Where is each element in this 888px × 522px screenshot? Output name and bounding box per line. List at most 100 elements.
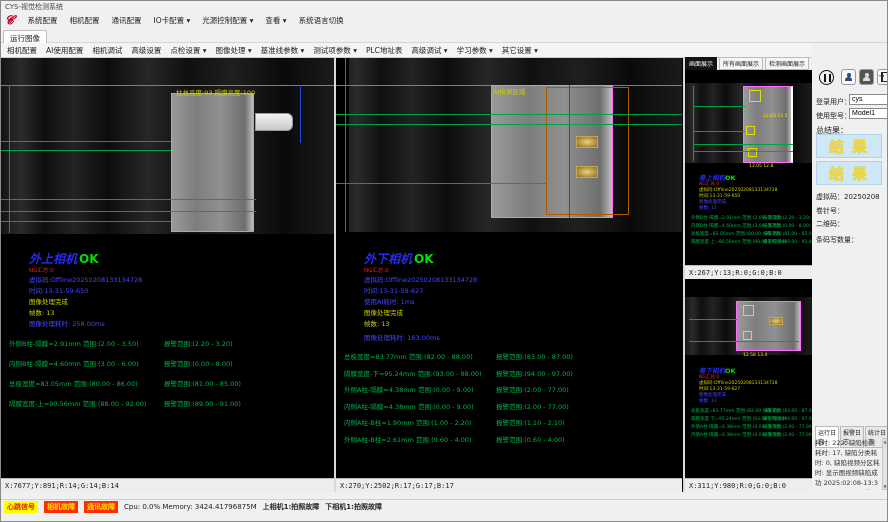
menu-light-config[interactable]: 光源控制配置 ▾ bbox=[202, 15, 253, 26]
toolbtn-test-params[interactable]: 测试项参数 ▾ bbox=[313, 45, 357, 56]
needle-number-label: 卷针号： bbox=[816, 206, 844, 216]
left-result-ok: OK bbox=[79, 252, 99, 266]
toolbtn-camera-debug[interactable]: 相机调试 bbox=[92, 45, 122, 56]
middle-blue-line bbox=[569, 85, 570, 218]
log-scrollbar[interactable]: ▲ ▼ bbox=[882, 438, 888, 490]
toolbar: 相机配置 AI使用配置 相机调试 高级设置 点检设置 ▾ 图像处理 ▾ 基准线参… bbox=[1, 43, 812, 58]
camera-view-upper-outer[interactable]: 柱总高度:93 隔膜高度:100 外上相机OK NG汇总:0 虚拟码:Offli… bbox=[1, 58, 334, 478]
virtual-code-caption: 虚拟码： bbox=[816, 193, 844, 201]
middle-measure-line bbox=[336, 124, 682, 125]
toolbtn-advanced-debug[interactable]: 高级调试 ▾ bbox=[411, 45, 447, 56]
thumb-bottom-alarm: 报警范围:(83.00 - 87.00) bbox=[763, 408, 812, 414]
toolbtn-image-processing[interactable]: 图像处理 ▾ bbox=[216, 45, 252, 56]
menu-io-config[interactable]: IO卡配置 ▾ bbox=[154, 15, 191, 26]
menu-bar: 𝓒 系统配置 相机配置 通讯配置 IO卡配置 ▾ 光源控制配置 ▾ 查看 ▾ 系… bbox=[1, 13, 888, 28]
exit-button[interactable] bbox=[877, 69, 888, 85]
middle-frame-count: 帧数: 13 bbox=[364, 318, 390, 328]
middle-alarm-row: 报警范围:(2.00 - 77.00) bbox=[496, 401, 569, 411]
user-icon bbox=[845, 73, 853, 81]
page-tab-row: 运行图像 bbox=[1, 28, 888, 43]
middle-camera-name: 外下相机 bbox=[364, 252, 412, 266]
middle-process-done: 图像处理完成 bbox=[364, 307, 403, 317]
middle-ai-elapsed: 使用AI耗时: 1ms bbox=[364, 296, 414, 306]
qr-code-label: 二维码： bbox=[816, 219, 844, 229]
middle-gold-tab bbox=[576, 166, 598, 178]
scroll-up-icon[interactable]: ▲ bbox=[883, 439, 886, 444]
right-panel: 登录用户： 使用型号： 总结果： 结果 结果 虚拟码：20250208 卷针号：… bbox=[813, 58, 888, 492]
thumb-bottom-detect-box bbox=[743, 305, 754, 316]
toolbtn-spotcheck[interactable]: 点检设置 ▾ bbox=[170, 45, 206, 56]
thumbtab-display[interactable]: 画面展示 bbox=[685, 57, 717, 70]
app-logo-icon: 𝓒 bbox=[5, 13, 14, 28]
left-measurement-row: 外侧B柱-隔膜=2.91mm 范围:(2.00 - 3.50) bbox=[9, 338, 139, 348]
login-user-label: 登录用户： bbox=[816, 97, 851, 107]
middle-ref-line-green-vertical bbox=[345, 58, 346, 232]
scroll-down-icon[interactable]: ▼ bbox=[883, 484, 886, 489]
thumb-top-result-ok: OK bbox=[725, 174, 736, 182]
thumb-top-mark: 12.63 13.5 bbox=[763, 114, 787, 119]
menu-view[interactable]: 查看 ▾ bbox=[265, 15, 286, 26]
login-user-button[interactable] bbox=[841, 69, 856, 85]
left-camera-name: 外上相机 bbox=[29, 252, 77, 266]
thumb-bottom-mark: 12.58 13.4 bbox=[743, 353, 767, 358]
thumb-bottom-alarm: 报警范围:(94.00 - 97.00) bbox=[763, 416, 812, 422]
model-field[interactable] bbox=[849, 108, 888, 119]
left-measure-line bbox=[1, 150, 171, 151]
thumb-view-upper[interactable]: 12.63 13.5 13.05 12.8 卷上相机OK NG汇总:0 虚拟码:… bbox=[685, 70, 812, 265]
virtual-code-label: 虚拟码：20250208 bbox=[816, 192, 880, 202]
toolbtn-baseline-params[interactable]: 基准线参数 ▾ bbox=[261, 45, 305, 56]
thumb-top-mark: 13.05 12.8 bbox=[749, 164, 773, 169]
thumb-tab-row: 画面展示 所有画面展示 检测画面展示 bbox=[685, 58, 812, 70]
admin-user-button[interactable] bbox=[859, 69, 874, 85]
menu-system-config[interactable]: 系统配置 bbox=[28, 15, 58, 26]
toolbtn-learning-params[interactable]: 学习参数 ▾ bbox=[457, 45, 493, 56]
bottom-status-bar: 心跳信号 相机故障 通讯故障 Cpu: 0.0% Memory: 3424.41… bbox=[1, 499, 888, 513]
left-process-done: 图像处理完成 bbox=[29, 296, 68, 306]
thumbtab-all-views[interactable]: 所有画面展示 bbox=[719, 57, 763, 70]
toolbtn-advanced-settings[interactable]: 高级设置 bbox=[131, 45, 161, 56]
menu-language-switch[interactable]: 系统语言切换 bbox=[299, 15, 344, 26]
left-measure-line bbox=[1, 211, 256, 212]
middle-view-title: 外下相机OK bbox=[364, 250, 434, 267]
left-view-statusbar: X:7677;Y:891;R:14;G:14;B:14 bbox=[1, 478, 334, 492]
menu-camera-config[interactable]: 相机配置 bbox=[70, 15, 100, 26]
menu-comm-config[interactable]: 通讯配置 bbox=[112, 15, 142, 26]
middle-process-elapsed: 图像处理耗时: 163.00ms bbox=[364, 332, 440, 342]
thumb-bottom-result-ok: OK bbox=[725, 367, 736, 375]
main-image-area: 柱总高度:93 隔膜高度:100 外上相机OK NG汇总:0 虚拟码:Offli… bbox=[1, 58, 812, 492]
middle-result-ok: OK bbox=[414, 252, 434, 266]
camera-view-lower-outer[interactable]: AI检测区域 外下相机OK NG汇总:0 虚拟码:Offline20250208… bbox=[336, 58, 682, 478]
lower-camera-fault-text: 下相机1:拍照故障 bbox=[325, 502, 382, 512]
left-time: 时间:13-31-59-650 bbox=[29, 285, 88, 295]
left-annotation: 柱总高度:93 隔膜高度:100 bbox=[176, 87, 255, 97]
pause-button[interactable] bbox=[815, 66, 837, 88]
thumbtab-detect-views[interactable]: 检测画面展示 bbox=[765, 57, 809, 70]
middle-time: 时间:13-31-59-627 bbox=[364, 285, 423, 295]
thumb-top-measure-line bbox=[693, 131, 745, 132]
pause-icon bbox=[819, 70, 834, 85]
middle-measurement-row: 外侧A柱-B柱=2.61mm 范围:(0.60 - 4.00) bbox=[344, 434, 472, 444]
left-virtual-code: 虚拟码:Offline20250208133134728 bbox=[29, 274, 142, 284]
thumb-top-detect-box bbox=[749, 90, 761, 102]
cpu-memory-text: Cpu: 0.0% Memory: 3424.41796875M bbox=[124, 503, 257, 511]
toolbtn-camera-config[interactable]: 相机配置 bbox=[7, 45, 37, 56]
tab-run-image[interactable]: 运行图像 bbox=[3, 30, 47, 43]
thumb-top-measure-line bbox=[693, 144, 793, 145]
toolbtn-other-settings[interactable]: 其它设置 ▾ bbox=[502, 45, 538, 56]
thumb-bottom-alarm: 报警范围:(2.00 - 77.00) bbox=[763, 424, 812, 430]
thumb-top-statusbar: X:267;Y:13;R:0;G:0;B:0 bbox=[685, 265, 812, 279]
login-user-field[interactable] bbox=[849, 94, 888, 105]
result-tile-2: 结果 bbox=[816, 161, 882, 185]
log-text: 耗时: 222, 缺陷检测耗时: 17, 缺陷分类耗时: 0, 缺陷视频分区耗时… bbox=[815, 438, 881, 490]
toolbtn-ai-config[interactable]: AI使用配置 bbox=[46, 45, 83, 56]
thumb-top-measure-line bbox=[693, 151, 793, 152]
thumb-bottom-statusbar: X:311;Y:980;R:0;G:0;B:0 bbox=[685, 478, 812, 492]
comm-fault-badge: 通讯故障 bbox=[84, 501, 118, 513]
toolbtn-plc-address[interactable]: PLC地址表 bbox=[366, 45, 402, 56]
thumb-view-lower[interactable]: 12.58 13.4 卷下相机OK NG汇总:0 虚拟码:Offline2025… bbox=[685, 279, 812, 478]
middle-measurement-row: 内侧A柱-隔膜=4.38mm 范围:(0.00 - 9.00) bbox=[344, 401, 474, 411]
middle-alarm-row: 报警范围:(1.10 - 2.10) bbox=[496, 417, 565, 427]
left-process-elapsed: 图像处理耗时: 258.00ms bbox=[29, 318, 105, 328]
left-connector-part bbox=[255, 113, 293, 131]
virtual-code-value: 20250208 bbox=[844, 193, 880, 201]
